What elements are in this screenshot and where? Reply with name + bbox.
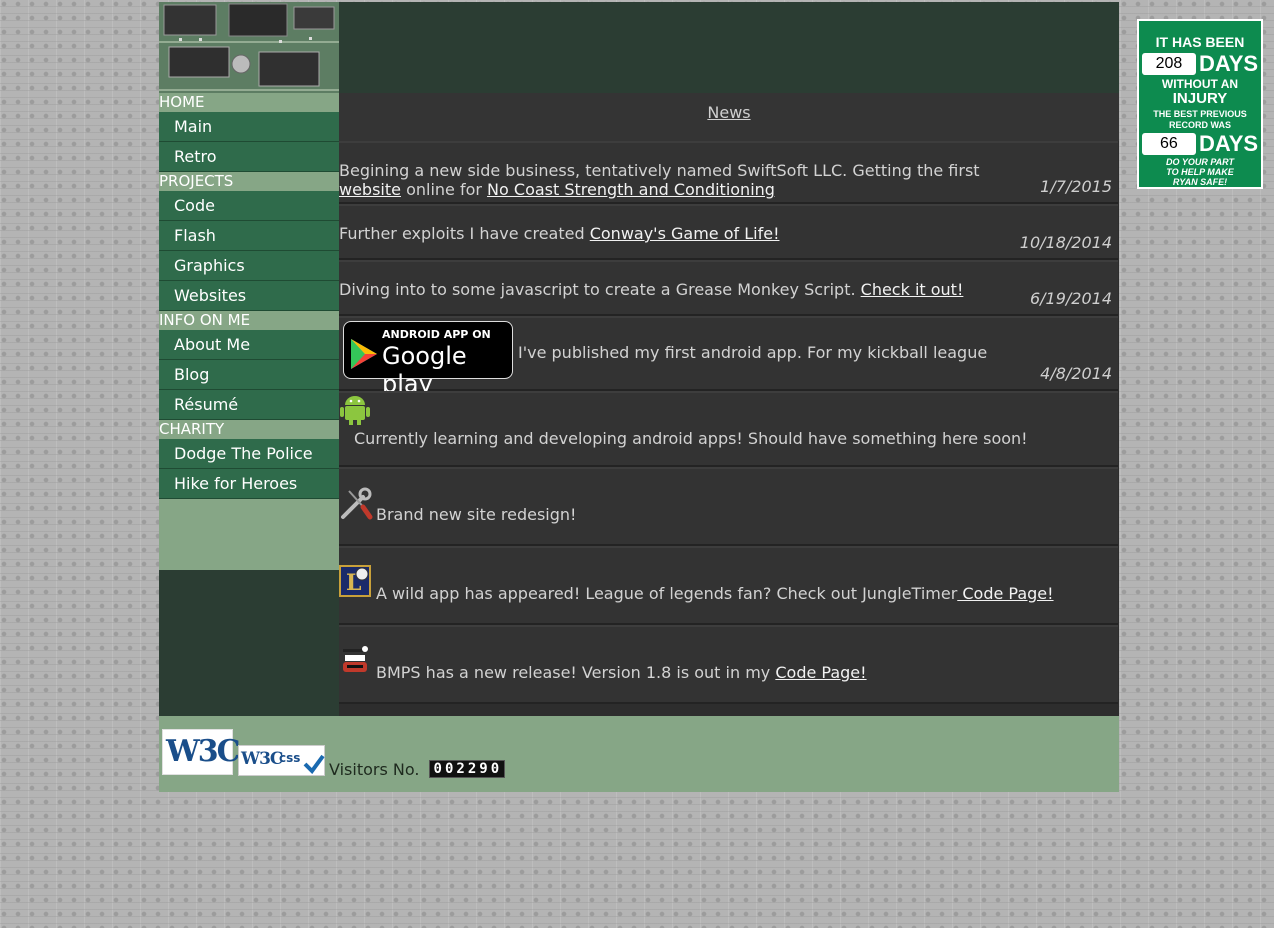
sidebar-item-websites[interactable]: Websites bbox=[159, 281, 339, 311]
sign-line: DO YOUR PART bbox=[1165, 157, 1234, 168]
post-date: 6/19/2014 bbox=[1029, 289, 1112, 308]
days-count: 208 bbox=[1141, 53, 1196, 75]
sidebar-item-graphics[interactable]: Graphics bbox=[159, 251, 339, 281]
w3c-valid-css-badge[interactable]: W3C css bbox=[238, 745, 325, 776]
news-post: Further exploits I have created Conway's… bbox=[339, 204, 1118, 260]
post-text: I've published my first android app. For… bbox=[518, 343, 988, 362]
news-post: Brand new site redesign! bbox=[339, 467, 1118, 546]
best-count: 66 bbox=[1141, 133, 1196, 156]
news-post: Begining a new side business, tentativel… bbox=[339, 141, 1118, 204]
section-charity: CHARITY bbox=[159, 420, 339, 439]
news-post: Diving into to some javascript to create… bbox=[339, 260, 1118, 316]
section-home: HOME bbox=[159, 93, 339, 112]
news-post: L A wild app has appeared! League of leg… bbox=[339, 546, 1118, 625]
news-link[interactable]: News bbox=[707, 103, 750, 122]
w3c-logo-text: W3C bbox=[241, 749, 283, 769]
sidebar-item-resume[interactable]: Résumé bbox=[159, 390, 339, 420]
game-of-life-link[interactable]: Conway's Game of Life! bbox=[590, 224, 780, 243]
sign-line: WITHOUT AN bbox=[1161, 77, 1239, 92]
page-container: HOME Main Retro PROJECTS Code Flash Grap… bbox=[159, 2, 1119, 792]
post-text: online for bbox=[400, 180, 488, 199]
sidebar-item-code[interactable]: Code bbox=[159, 191, 339, 221]
wrench-screwdriver-icon bbox=[341, 487, 373, 520]
sidebar-item-blog[interactable]: Blog bbox=[159, 360, 339, 390]
bmps-icon bbox=[343, 646, 368, 672]
play-store-icon bbox=[351, 339, 377, 369]
section-info-on-me: INFO ON ME bbox=[159, 311, 339, 330]
sign-line: RYAN SAFE! bbox=[1172, 177, 1228, 188]
sign-line: TO HELP MAKE bbox=[1166, 167, 1234, 178]
checkmark-icon bbox=[303, 754, 325, 774]
post-date: 10/18/2014 bbox=[1019, 233, 1112, 252]
android-icon bbox=[340, 396, 370, 425]
w3c-valid-html-badge[interactable]: W3C bbox=[162, 729, 240, 775]
code-page-link[interactable]: Code Page! bbox=[775, 663, 866, 682]
post-text: BMPS has a new release! Version 1.8 is o… bbox=[376, 663, 776, 682]
sidebar-item-about-me[interactable]: About Me bbox=[159, 330, 339, 360]
circuit-board-banner bbox=[159, 2, 339, 93]
google-play-badge[interactable]: ANDROID APP ON Google play bbox=[343, 321, 513, 398]
injury-sign: IT HAS BEEN 208 DAYS WITHOUT AN INJURY TH… bbox=[1137, 19, 1263, 189]
post-text: A wild app has appeared! League of legen… bbox=[376, 584, 958, 603]
css-label: css bbox=[279, 751, 301, 765]
league-of-legends-icon: L bbox=[339, 565, 371, 597]
post-date: 4/8/2014 bbox=[1040, 364, 1112, 383]
badge-line2: Google play bbox=[382, 342, 467, 398]
sidebar-item-dodge-the-police[interactable]: Dodge The Police bbox=[159, 439, 339, 469]
section-projects: PROJECTS bbox=[159, 172, 339, 191]
sign-line: IT HAS BEEN bbox=[1155, 34, 1245, 50]
sidebar-item-flash[interactable]: Flash bbox=[159, 221, 339, 251]
grease-monkey-link[interactable]: Check it out! bbox=[861, 280, 964, 299]
news-post: BMPS has a new release! Version 1.8 is o… bbox=[339, 625, 1118, 704]
post-date: 1/7/2015 bbox=[1040, 177, 1112, 196]
visitors-label: Visitors No. bbox=[329, 760, 420, 779]
sidebar-item-main[interactable]: Main bbox=[159, 112, 339, 142]
sidebar-item-retro[interactable]: Retro bbox=[159, 142, 339, 172]
footer: W3C W3C css Visitors No. 002290 bbox=[159, 716, 1119, 792]
badge-line1: ANDROID APP ON bbox=[382, 328, 491, 341]
website-link[interactable]: website bbox=[339, 180, 401, 199]
sign-line: INJURY bbox=[1172, 90, 1228, 108]
news-post: Currently learning and developing androi… bbox=[339, 391, 1118, 467]
days-label: DAYS bbox=[1198, 51, 1259, 76]
sign-line: RECORD WAS bbox=[1168, 120, 1231, 131]
sidebar-nav: HOME Main Retro PROJECTS Code Flash Grap… bbox=[159, 93, 339, 716]
sidebar-item-hike-for-heroes[interactable]: Hike for Heroes bbox=[159, 469, 339, 499]
header-bar bbox=[339, 2, 1119, 93]
no-coast-link[interactable]: No Coast Strength and Conditioning bbox=[487, 180, 775, 199]
visitor-count: 002290 bbox=[428, 760, 506, 778]
sign-line: THE BEST PREVIOUS bbox=[1153, 109, 1247, 120]
visitor-counter: Visitors No. 002290 bbox=[329, 760, 506, 779]
post-text: Currently learning and developing androi… bbox=[354, 429, 1028, 448]
sidebar-filler bbox=[159, 499, 339, 570]
news-post: ANDROID APP ON Google play I've publishe… bbox=[339, 316, 1118, 398]
post-text: Brand new site redesign! bbox=[376, 505, 577, 524]
post-text: Further exploits I have created bbox=[339, 224, 590, 243]
post-text: Diving into to some javascript to create… bbox=[339, 280, 861, 299]
code-page-link[interactable]: Code Page! bbox=[957, 584, 1053, 603]
best-days-label: DAYS bbox=[1198, 131, 1259, 157]
post-text: Begining a new side business, tentativel… bbox=[339, 161, 980, 180]
w3c-logo-text: W3C bbox=[166, 734, 240, 769]
news-heading: News bbox=[339, 93, 1119, 141]
news-panel: News Begining a new side business, tenta… bbox=[339, 93, 1119, 716]
